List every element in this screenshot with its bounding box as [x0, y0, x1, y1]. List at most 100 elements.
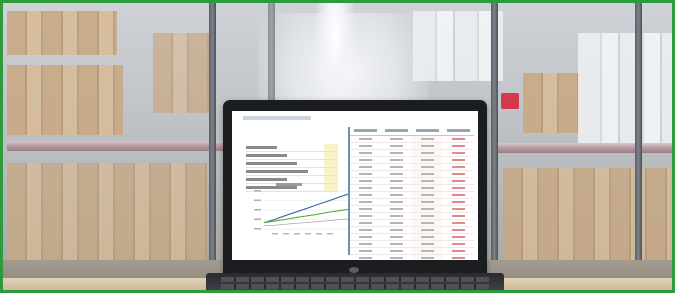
- table-cell: [381, 171, 412, 177]
- chart-x-tick: [294, 233, 300, 235]
- table-cell: [381, 192, 412, 198]
- table-row: [350, 178, 474, 185]
- summary-row: [246, 152, 338, 160]
- right-shelf-rail: [493, 143, 672, 153]
- table-cell: [412, 143, 443, 149]
- spreadsheet-title: [243, 114, 313, 124]
- table-row: [350, 143, 474, 150]
- table-cell: [412, 157, 443, 163]
- table-cell: [381, 185, 412, 191]
- table-cell: [350, 206, 381, 212]
- table-row: [350, 185, 474, 192]
- chart-x-tick: [327, 233, 333, 235]
- summary-row: [246, 168, 338, 176]
- table-row: [350, 241, 474, 248]
- chart-y-tick: [254, 228, 261, 230]
- keyboard-row: [221, 284, 489, 289]
- left-shelf-upright: [209, 3, 216, 283]
- table-cell: [412, 220, 443, 226]
- table-cell: [350, 255, 381, 260]
- table-cell: [443, 143, 474, 149]
- summary-label: [246, 160, 324, 167]
- table-cell: [350, 185, 381, 191]
- table-cell: [381, 143, 412, 149]
- right-shelf-upright-far: [635, 3, 642, 283]
- chart-y-tick: [254, 209, 261, 211]
- table-cell: [412, 213, 443, 219]
- table-cell: [443, 241, 474, 247]
- summary-label: [246, 176, 324, 183]
- table-header-cell: [354, 129, 377, 132]
- chart-x-tick: [305, 233, 311, 235]
- chart-x-tick: [316, 233, 322, 235]
- table-cell: [350, 213, 381, 219]
- table-cell: [350, 248, 381, 254]
- table-cell: [381, 255, 412, 260]
- chart-y-tick: [254, 218, 261, 220]
- chart-x-tick: [283, 233, 289, 235]
- table-header-cell: [416, 129, 439, 132]
- laptop-screen: [232, 111, 478, 260]
- table-cell: [381, 136, 412, 142]
- table-row: [350, 199, 474, 206]
- table-cell: [443, 178, 474, 184]
- table-cell: [381, 206, 412, 212]
- table-cell: [381, 157, 412, 163]
- right-shelf-white-boxes: [413, 11, 503, 81]
- chart-x-tick: [272, 233, 278, 235]
- table-row: [350, 171, 474, 178]
- table-cell: [350, 241, 381, 247]
- table-row: [350, 255, 474, 260]
- table-cell: [350, 136, 381, 142]
- right-shelf-boxes-bottom: [503, 168, 672, 268]
- table-row: [350, 192, 474, 199]
- data-table: [348, 127, 474, 260]
- left-shelf-boxes-bottom: [7, 163, 207, 263]
- line-chart: [254, 190, 349, 235]
- table-cell: [350, 234, 381, 240]
- summary-row: [246, 144, 338, 152]
- left-shelf-boxes-mid: [7, 65, 123, 135]
- table-cell: [412, 234, 443, 240]
- summary-value: [324, 152, 338, 159]
- table-row: [350, 136, 474, 143]
- table-cell: [443, 255, 474, 260]
- summary-row: [246, 160, 338, 168]
- left-shelf-boxes-far: [153, 33, 213, 113]
- table-cell: [381, 241, 412, 247]
- table-row: [350, 227, 474, 234]
- table-cell: [412, 206, 443, 212]
- summary-value: [324, 160, 338, 167]
- table-cell: [381, 213, 412, 219]
- table-row: [350, 248, 474, 255]
- table-row: [350, 157, 474, 164]
- chart-y-tick: [254, 190, 261, 192]
- summary-label: [246, 144, 324, 151]
- table-cell: [412, 192, 443, 198]
- table-cell: [443, 199, 474, 205]
- table-cell: [350, 164, 381, 170]
- table-row: [350, 150, 474, 157]
- table-cell: [350, 178, 381, 184]
- table-cell: [381, 150, 412, 156]
- summary-label: [246, 152, 324, 159]
- table-cell: [412, 248, 443, 254]
- table-cell: [443, 164, 474, 170]
- table-cell: [412, 164, 443, 170]
- table-cell: [381, 199, 412, 205]
- right-shelf-upright: [491, 3, 498, 283]
- table-cell: [381, 178, 412, 184]
- table-cell: [350, 192, 381, 198]
- table-cell: [412, 255, 443, 260]
- photo-frame: [0, 0, 675, 293]
- chart-y-tick: [254, 199, 261, 201]
- table-row: [350, 206, 474, 213]
- right-shelf-white-bags: [578, 33, 672, 143]
- table-cell: [412, 178, 443, 184]
- table-cell: [443, 227, 474, 233]
- left-shelf-boxes-top: [7, 11, 117, 55]
- table-row: [350, 213, 474, 220]
- table-cell: [412, 185, 443, 191]
- table-cell: [412, 199, 443, 205]
- table-cell: [350, 227, 381, 233]
